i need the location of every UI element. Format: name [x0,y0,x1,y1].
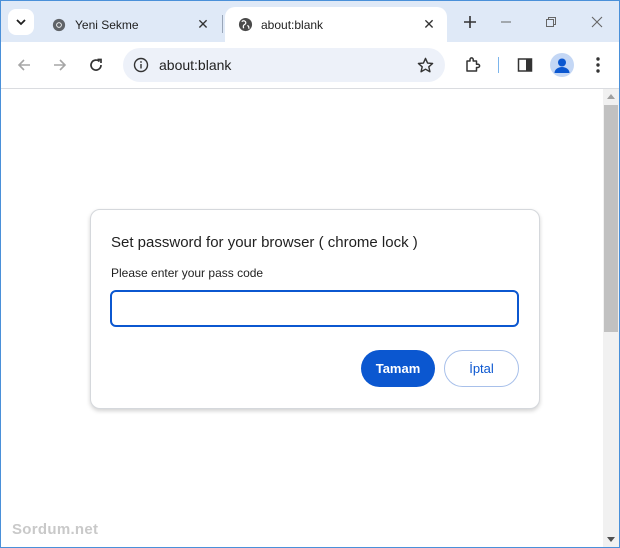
tab-about-blank[interactable]: about:blank ✕ [225,7,447,42]
side-panel-button[interactable] [512,52,538,78]
avatar[interactable] [550,53,574,77]
back-button[interactable] [9,50,39,80]
restore-icon [546,17,556,27]
profile-icon [554,58,570,73]
puzzle-icon [466,57,481,72]
plus-icon [464,16,476,28]
scroll-down-arrow-icon[interactable] [607,537,615,542]
arrow-right-icon [54,59,67,71]
close-tab-icon[interactable]: ✕ [419,15,439,35]
restore-button[interactable] [531,9,571,35]
toolbar-divider [498,57,499,73]
menu-button[interactable] [585,52,611,78]
arrow-left-icon [17,59,30,71]
close-window-button[interactable] [577,9,617,35]
page-content: Set password for your browser ( chrome l… [1,89,603,547]
watermark: Sordum.net [12,521,99,538]
bookmark-star-icon[interactable] [415,55,435,75]
tab-title: about:blank [261,17,324,32]
dialog-title: Set password for your browser ( chrome l… [111,234,418,251]
toolbar: about:blank [1,42,619,89]
new-tab-button[interactable] [459,11,481,33]
globe-icon [237,17,253,33]
url-text[interactable]: about:blank [159,57,231,73]
close-icon [591,16,603,28]
tab-separator [222,15,223,33]
scroll-thumb[interactable] [604,105,618,332]
reload-icon [90,58,102,71]
extensions-button[interactable] [460,52,486,78]
ok-button[interactable]: Tamam [361,350,435,387]
vertical-scrollbar[interactable] [603,89,619,547]
address-bar[interactable]: about:blank [123,48,445,82]
chevron-down-icon [16,19,26,26]
tab-title: Yeni Sekme [75,17,139,32]
minimize-icon [501,21,511,23]
cancel-button[interactable]: İptal [444,350,519,387]
dialog-label: Please enter your pass code [111,266,264,280]
more-vert-icon [596,57,600,73]
reload-button[interactable] [81,50,111,80]
tab-strip: Yeni Sekme ✕ about:blank ✕ [1,1,619,42]
close-tab-icon[interactable]: ✕ [193,15,213,35]
tab-new-tab[interactable]: Yeni Sekme ✕ [39,7,221,42]
scroll-up-arrow-icon[interactable] [607,94,615,99]
tab-search-button[interactable] [8,9,34,35]
forward-button[interactable] [45,50,75,80]
minimize-button[interactable] [486,9,526,35]
pass-code-input[interactable] [110,290,519,327]
side-panel-icon [517,58,533,72]
password-dialog: Set password for your browser ( chrome l… [90,209,540,409]
chrome-icon [51,17,67,33]
info-icon[interactable] [131,55,151,75]
browser-window: Yeni Sekme ✕ about:blank ✕ about:blank S… [0,0,620,548]
